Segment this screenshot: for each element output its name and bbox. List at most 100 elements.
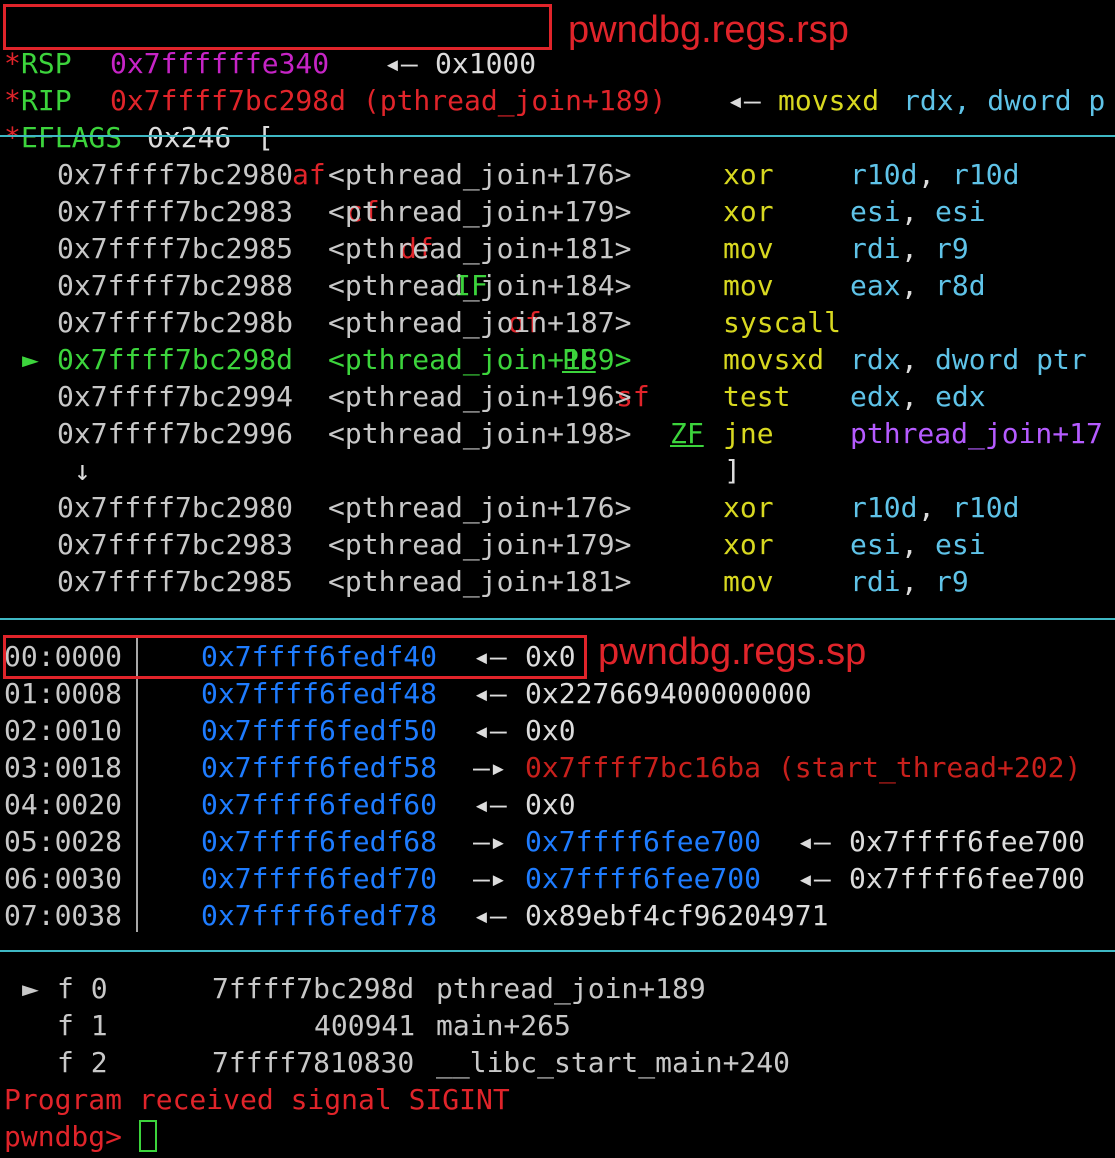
instruction-operand: r9 bbox=[935, 232, 969, 265]
instruction-operand: esi bbox=[850, 195, 901, 228]
rsp-annotation: pwndbg.regs.rsp bbox=[568, 9, 849, 51]
instruction-operand: r10d bbox=[850, 158, 918, 191]
instruction-address: 0x7ffff7bc2980 bbox=[57, 158, 294, 191]
stack-address: 0x7ffff6fedf50 bbox=[201, 714, 438, 747]
frame-symbol: __libc_start_main+240 bbox=[436, 1046, 791, 1079]
rip-operands: rdx, dword p bbox=[903, 84, 1106, 117]
stack-value: 0x0 bbox=[525, 788, 576, 821]
instruction-symbol: <pthread_join+181> bbox=[328, 565, 632, 598]
instruction-operand: eax bbox=[850, 269, 901, 302]
instruction-symbol: <pthread_join+181> bbox=[328, 232, 632, 265]
instruction-address: 0x7ffff7bc2983 bbox=[57, 528, 294, 561]
signal-message: Program received signal SIGINT bbox=[4, 1083, 510, 1116]
deref-arrow: ◂— bbox=[384, 47, 418, 80]
instruction-symbol: <pthread_join+198> bbox=[328, 417, 632, 450]
instruction-symbol: <pthread_join+176> bbox=[328, 491, 632, 524]
stack-arrow: —▸ bbox=[473, 751, 507, 784]
stack-address: 0x7ffff6fedf60 bbox=[201, 788, 438, 821]
operand-separator: , bbox=[918, 491, 935, 524]
instruction-symbol: <pthread_join+176> bbox=[328, 158, 632, 191]
instruction-operand: r9 bbox=[935, 565, 969, 598]
frame-symbol: pthread_join+189 bbox=[436, 972, 706, 1005]
eflags-value: 0x246 bbox=[147, 121, 232, 154]
eflags-close-bracket: ] bbox=[724, 454, 741, 487]
stack-value: 0x7ffff7bc16ba (start_thread+202) bbox=[525, 751, 1082, 784]
instruction-mnemonic: test bbox=[723, 380, 791, 413]
stack-index: 06:0030 bbox=[4, 862, 123, 895]
register-name: EFLAGS bbox=[21, 121, 123, 154]
instruction-operand: r10d bbox=[952, 158, 1020, 191]
instruction-operand: rdi bbox=[850, 565, 901, 598]
changed-marker: * bbox=[4, 121, 21, 154]
instruction-operand: esi bbox=[935, 195, 986, 228]
instruction-address: 0x7ffff7bc2985 bbox=[57, 565, 294, 598]
instruction-operand: dword ptr bbox=[935, 343, 1087, 376]
instruction-operand: r10d bbox=[952, 491, 1020, 524]
frame-address: 7ffff7bc298d bbox=[212, 972, 415, 1005]
stack-value: 0x7ffff6fee700 bbox=[525, 825, 762, 858]
frame-address: 7ffff7810830 bbox=[212, 1046, 415, 1079]
instruction-operand: esi bbox=[850, 528, 901, 561]
register-value: 0x7ffff7bc298d (pthread_join+189) bbox=[110, 84, 667, 117]
sp-annotation: pwndbg.regs.sp bbox=[598, 631, 867, 673]
stack-index: 03:0018 bbox=[4, 751, 123, 784]
operand-separator: , bbox=[901, 343, 918, 376]
stack-value: 0x89ebf4cf96204971 bbox=[525, 899, 829, 932]
instruction-symbol: <pthread_join+184> bbox=[328, 269, 632, 302]
stack-value: 0x7ffff6fee700 bbox=[849, 862, 1086, 895]
stack-arrow: ◂— bbox=[797, 862, 831, 895]
stack-address: 0x7ffff6fedf78 bbox=[201, 899, 438, 932]
instruction-address: 0x7ffff7bc2985 bbox=[57, 232, 294, 265]
instruction-symbol: <pthread_join+196> bbox=[328, 380, 632, 413]
eflags-open-bracket: [ bbox=[257, 121, 274, 154]
sp-highlight-box bbox=[3, 635, 587, 679]
deref-arrow: ◂— bbox=[727, 84, 761, 117]
instruction-operand: r10d bbox=[850, 491, 918, 524]
stack-address: 0x7ffff6fedf48 bbox=[201, 677, 438, 710]
stack-index: 02:0010 bbox=[4, 714, 123, 747]
stack-address: 0x7ffff6fedf70 bbox=[201, 862, 438, 895]
stack-value: 0x227669400000000 bbox=[525, 677, 812, 710]
instruction-address: 0x7ffff7bc298d bbox=[57, 343, 294, 376]
stack-arrow: —▸ bbox=[473, 825, 507, 858]
stack-arrow: ◂— bbox=[473, 899, 507, 932]
section-separator bbox=[0, 950, 1115, 952]
instruction-operand: pthread_join+17 bbox=[850, 417, 1103, 450]
operand-separator: , bbox=[901, 380, 918, 413]
stack-index: 01:0008 bbox=[4, 677, 123, 710]
rip-mnemonic: movsxd bbox=[778, 84, 880, 117]
stack-index: 05:0028 bbox=[4, 825, 123, 858]
stack-arrow: ◂— bbox=[473, 677, 507, 710]
rsp-highlight-box bbox=[3, 4, 552, 50]
current-instruction-marker: ► bbox=[22, 343, 39, 376]
instruction-mnemonic: movsxd bbox=[723, 343, 825, 376]
instruction-mnemonic: mov bbox=[723, 565, 774, 598]
instruction-symbol: <pthread_join+179> bbox=[328, 195, 632, 228]
instruction-address: 0x7ffff7bc2994 bbox=[57, 380, 294, 413]
instruction-symbol: <pthread_join+187> bbox=[328, 306, 632, 339]
jump-arrow: ↓ bbox=[74, 454, 91, 487]
instruction-operand: edx bbox=[850, 380, 901, 413]
instruction-operand: rdx bbox=[850, 343, 901, 376]
stack-address: 0x7ffff6fedf68 bbox=[201, 825, 438, 858]
stack-arrow: ◂— bbox=[797, 825, 831, 858]
instruction-mnemonic: xor bbox=[723, 158, 774, 191]
stack-value: 0x7ffff6fee700 bbox=[849, 825, 1086, 858]
stack-value: 0x7ffff6fee700 bbox=[525, 862, 762, 895]
terminal-cursor[interactable] bbox=[139, 1120, 158, 1152]
stack-arrow: ◂— bbox=[473, 788, 507, 821]
stack-arrow: —▸ bbox=[473, 862, 507, 895]
frame-number: f 1 bbox=[57, 1009, 108, 1042]
instruction-mnemonic: jne bbox=[723, 417, 774, 450]
frame-number: f 0 bbox=[57, 972, 108, 1005]
instruction-address: 0x7ffff7bc2996 bbox=[57, 417, 294, 450]
register-rip-line: * RIP 0x7ffff7bc298d (pthread_join+189) ◂— m… bbox=[0, 45, 1105, 117]
current-frame-marker: ► bbox=[22, 972, 39, 1005]
instruction-address: 0x7ffff7bc2980 bbox=[57, 491, 294, 524]
register-eflags-line: * EFLAGS 0x246[ af cf df IF of PF sf ZF ] bbox=[0, 82, 741, 487]
frame-address: 400941 bbox=[314, 1009, 416, 1042]
operand-separator: , bbox=[901, 195, 918, 228]
deref-value: 0x1000 bbox=[435, 47, 537, 80]
prompt-line[interactable]: pwndbg> bbox=[4, 1118, 158, 1155]
instruction-symbol: <pthread_join+189> bbox=[328, 343, 632, 376]
